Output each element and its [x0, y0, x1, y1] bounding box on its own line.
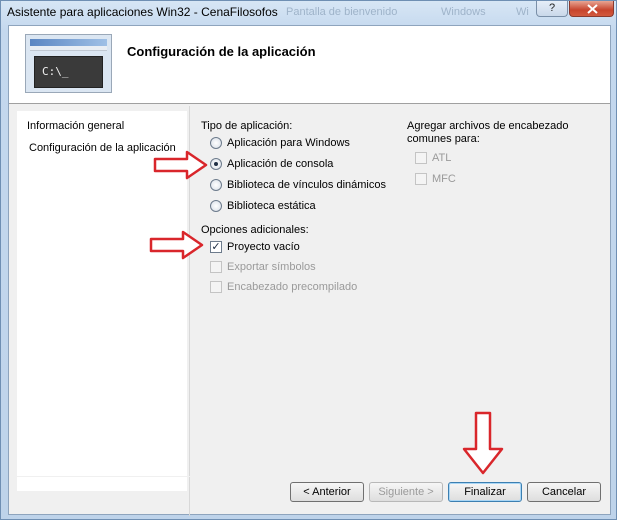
annotation-arrow-down-icon — [462, 411, 504, 475]
nav-item-general[interactable]: Información general — [27, 120, 124, 132]
radio-label: Aplicación de consola — [227, 158, 334, 170]
background-window-title: Windows — [441, 6, 486, 18]
checkbox-label: MFC — [432, 173, 456, 185]
check-mfc[interactable]: MFC — [415, 173, 456, 185]
finish-button[interactable]: Finalizar — [448, 482, 522, 502]
checkbox-disabled[interactable] — [210, 281, 222, 293]
check-empty-project[interactable]: ✓ Proyecto vacío — [210, 241, 300, 253]
common-headers-label-line2: comunes para: — [407, 133, 480, 145]
wizard-header: C:\_ Configuración de la aplicación — [9, 26, 610, 104]
wizard-window: Asistente para aplicaciones Win32 - Cena… — [0, 0, 617, 520]
annotation-arrow-right-icon — [149, 230, 204, 260]
checkbox-label: Encabezado precompilado — [227, 281, 358, 293]
app-type-label: Tipo de aplicación: — [201, 120, 293, 132]
wizard-client-area: C:\_ Configuración de la aplicación Info… — [8, 25, 611, 516]
cancel-button[interactable]: Cancelar — [527, 482, 601, 502]
checkbox-checked[interactable]: ✓ — [210, 241, 222, 253]
help-button[interactable]: ? — [536, 1, 568, 17]
annotation-arrow-right-icon — [153, 150, 208, 180]
background-window-title: Pantalla de bienvenido — [286, 6, 398, 18]
radio-button[interactable] — [210, 200, 222, 212]
title-bar[interactable]: Asistente para aplicaciones Win32 - Cena… — [1, 1, 616, 25]
mini-titlebar — [30, 39, 107, 46]
radio-label: Aplicación para Windows — [227, 137, 350, 149]
window-title: Asistente para aplicaciones Win32 - Cena… — [7, 5, 278, 19]
checkbox-label: Proyecto vacío — [227, 241, 300, 253]
checkbox-label: Exportar símbolos — [227, 261, 316, 273]
close-icon — [587, 4, 598, 14]
radio-button[interactable] — [210, 137, 222, 149]
background-window-title: Wi — [516, 6, 529, 18]
footer-divider — [9, 476, 610, 477]
check-export-symbols[interactable]: Exportar símbolos — [210, 261, 316, 273]
radio-label: Biblioteca estática — [227, 200, 316, 212]
radio-label: Biblioteca de vínculos dinámicos — [227, 179, 386, 191]
back-button[interactable]: < Anterior — [290, 482, 364, 502]
console-app-image: C:\_ — [25, 34, 112, 93]
page-title: Configuración de la aplicación — [127, 44, 316, 59]
mini-menubar — [30, 46, 107, 51]
additional-options-label: Opciones adicionales: — [201, 224, 309, 236]
close-button[interactable] — [569, 1, 614, 17]
checkbox-disabled[interactable] — [415, 173, 427, 185]
next-button[interactable]: Siguiente > — [369, 482, 443, 502]
checkbox-label: ATL — [432, 152, 452, 164]
radio-dll[interactable]: Biblioteca de vínculos dinámicos — [210, 179, 386, 191]
checkbox-disabled[interactable] — [415, 152, 427, 164]
console-prompt-text: C:\_ — [34, 56, 103, 88]
radio-console-app[interactable]: Aplicación de consola — [210, 158, 333, 170]
radio-static-lib[interactable]: Biblioteca estática — [210, 200, 316, 212]
check-atl[interactable]: ATL — [415, 152, 451, 164]
common-headers-label-line1: Agregar archivos de encabezado — [407, 120, 569, 132]
radio-button[interactable] — [210, 179, 222, 191]
radio-windows-app[interactable]: Aplicación para Windows — [210, 137, 350, 149]
radio-button-selected[interactable] — [210, 158, 222, 170]
check-precompiled-header[interactable]: Encabezado precompilado — [210, 281, 357, 293]
checkbox-disabled[interactable] — [210, 261, 222, 273]
